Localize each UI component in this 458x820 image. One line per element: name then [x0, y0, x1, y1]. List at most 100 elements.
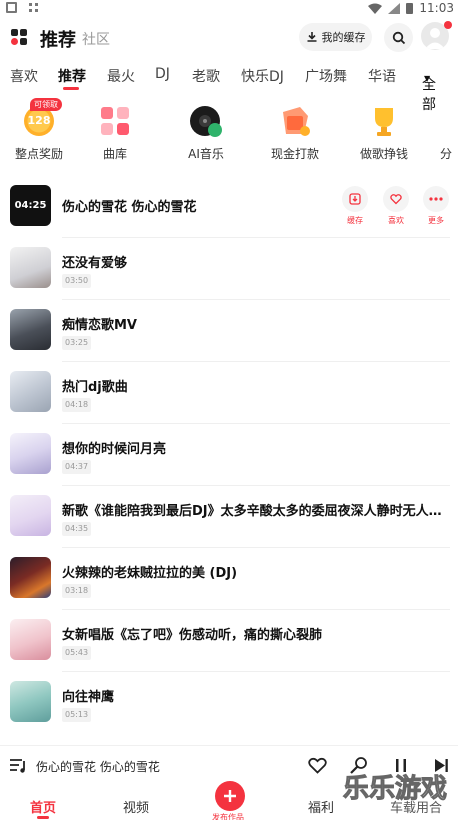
search-icon — [392, 31, 405, 44]
song-thumbnail: 04:25 — [10, 185, 51, 226]
song-duration: 03:25 — [62, 336, 92, 350]
nav-welfare[interactable]: 福利 — [308, 797, 334, 816]
nav-video[interactable]: 视频 — [123, 797, 149, 816]
song-row[interactable]: 04:25 伤心的雪花 伤心的雪花 缓存 喜欢 更多 — [0, 176, 458, 238]
tab-like[interactable]: 喜欢 — [10, 66, 38, 86]
quick-entry-label: 曲库 — [102, 147, 127, 161]
playing-duration: 04:25 — [14, 200, 47, 211]
playlist-icon[interactable] — [9, 758, 27, 774]
watermark-text: 乐乐游戏 — [342, 774, 448, 805]
publish-label: 发布作品 — [212, 813, 244, 820]
search-button[interactable] — [384, 23, 413, 52]
heart-icon[interactable] — [308, 757, 327, 774]
ai-music-disc-icon — [189, 104, 223, 138]
song-row[interactable]: 向往神鹰 05:13 — [0, 672, 458, 734]
song-title: 女新唱版《忘了吧》伤感动听，痛的撕心裂肺 — [62, 628, 323, 643]
battery-icon — [406, 2, 414, 14]
song-row[interactable]: 新歌《谁能陪我到最后DJ》太多辛酸太多的委屈夜深人静时无人倾诉 04:35 — [0, 486, 458, 548]
song-title: 想你的时候问月亮 — [62, 442, 167, 457]
like-action-label: 喜欢 — [388, 216, 404, 225]
song-title: 火辣辣的老妹贼拉拉的美 (DJ) — [62, 566, 238, 581]
song-thumbnail — [10, 309, 51, 350]
song-title: 伤心的雪花 伤心的雪花 — [62, 200, 197, 215]
song-duration: 04:18 — [62, 398, 92, 412]
community-tab[interactable]: 社区 — [82, 29, 110, 49]
song-thumbnail — [10, 557, 51, 598]
quick-entry-partial[interactable]: 分 — [440, 96, 458, 162]
song-duration: 05:43 — [62, 646, 92, 660]
song-row[interactable]: 火辣辣的老妹贼拉拉的美 (DJ) 03:18 — [0, 548, 458, 610]
tab-hottest[interactable]: 最火 — [107, 66, 135, 86]
song-duration: 03:50 — [62, 274, 92, 288]
tab-dj[interactable]: DJ — [155, 66, 170, 82]
quick-entry-label: 做歌挣钱 — [359, 147, 408, 161]
quick-entry-label: 现金打款 — [270, 147, 319, 161]
tab-square-dance[interactable]: 广场舞 — [305, 66, 347, 86]
more-action[interactable]: 更多 — [422, 186, 450, 226]
quick-entry-label: 整点奖励 — [14, 147, 63, 161]
caret-down-icon: ▼ — [424, 74, 431, 83]
my-cache-label: 我的缓存 — [321, 31, 366, 44]
song-thumbnail — [10, 247, 51, 288]
tab-chinese[interactable]: 华语 — [368, 66, 396, 86]
quick-entry-partial-glyph: 分 — [440, 147, 453, 161]
song-row[interactable]: 女新唱版《忘了吧》伤感动听，痛的撕心裂肺 05:43 — [0, 610, 458, 672]
my-cache-button[interactable]: 我的缓存 — [299, 23, 372, 51]
reward-badge: 可领取 — [30, 98, 62, 111]
notification-icon — [6, 2, 17, 13]
song-row[interactable]: 热门dj歌曲 04:18 — [0, 362, 458, 424]
like-action[interactable]: 喜欢 — [382, 186, 410, 226]
all-categories-button[interactable]: 全部 ▼ — [408, 58, 458, 113]
song-thumbnail — [10, 433, 51, 474]
song-title: 热门dj歌曲 — [62, 380, 128, 395]
song-row[interactable]: 痴情恋歌MV 03:25 — [0, 300, 458, 362]
song-duration: 03:18 — [62, 584, 92, 598]
song-title: 还没有爱够 — [62, 256, 128, 271]
qr-notification-icon — [29, 3, 38, 12]
tab-old-songs[interactable]: 老歌 — [192, 66, 220, 86]
heart-icon — [390, 194, 402, 205]
tab-happy-dj[interactable]: 快乐DJ — [241, 66, 284, 86]
song-thumbnail — [10, 619, 51, 660]
app-logo-icon[interactable] — [11, 29, 28, 46]
song-thumbnail — [10, 371, 51, 412]
nav-active-indicator — [37, 816, 49, 819]
publish-button[interactable] — [215, 781, 245, 811]
song-row[interactable]: 想你的时候问月亮 04:37 — [0, 424, 458, 486]
song-thumbnail — [10, 495, 51, 536]
quick-entry-reward[interactable]: 128 整点奖励 可领取 — [0, 96, 79, 162]
song-title: 新歌《谁能陪我到最后DJ》太多辛酸太多的委屈夜深人静时无人倾诉 — [62, 504, 450, 519]
more-action-label: 更多 — [428, 216, 444, 225]
nav-home[interactable]: 首页 — [30, 797, 56, 816]
song-duration: 04:37 — [62, 460, 92, 474]
signal-icon — [388, 2, 401, 14]
song-title: 向往神鹰 — [62, 690, 115, 705]
top-bar: 推荐 社区 我的缓存 — [0, 16, 458, 58]
quick-entry-row: 128 整点奖励 可领取 曲库 AI音乐 现金打款 做歌挣钱 分 — [0, 96, 458, 166]
tab-active-indicator — [63, 87, 79, 90]
tab-recommend[interactable]: 推荐 — [58, 66, 86, 86]
song-row[interactable]: 还没有爱够 03:50 — [0, 238, 458, 300]
notification-dot — [444, 21, 452, 29]
now-playing-title: 伤心的雪花 伤心的雪花 — [36, 760, 160, 774]
quick-entry-library[interactable]: 曲库 — [75, 96, 155, 162]
page-title[interactable]: 推荐 — [40, 26, 76, 52]
quick-entry-label: AI音乐 — [188, 147, 224, 161]
download-icon — [307, 32, 316, 42]
wifi-icon — [368, 3, 383, 14]
trophy-ai-icon — [367, 104, 401, 138]
cache-action-label: 缓存 — [347, 216, 363, 225]
music-library-icon — [98, 104, 132, 138]
quick-entry-make-songs[interactable]: 做歌挣钱 — [344, 96, 424, 162]
song-thumbnail — [10, 681, 51, 722]
plus-icon — [224, 790, 236, 802]
status-time: 11:03 — [419, 1, 454, 15]
download-icon — [349, 193, 361, 205]
quick-entry-ai-music[interactable]: AI音乐 — [166, 96, 246, 162]
song-title: 痴情恋歌MV — [62, 318, 137, 333]
cache-action[interactable]: 缓存 — [341, 186, 369, 226]
more-dots-icon — [429, 197, 443, 201]
quick-entry-cash[interactable]: 现金打款 — [255, 96, 335, 162]
song-duration: 05:13 — [62, 708, 92, 722]
song-duration: 04:35 — [62, 522, 92, 536]
